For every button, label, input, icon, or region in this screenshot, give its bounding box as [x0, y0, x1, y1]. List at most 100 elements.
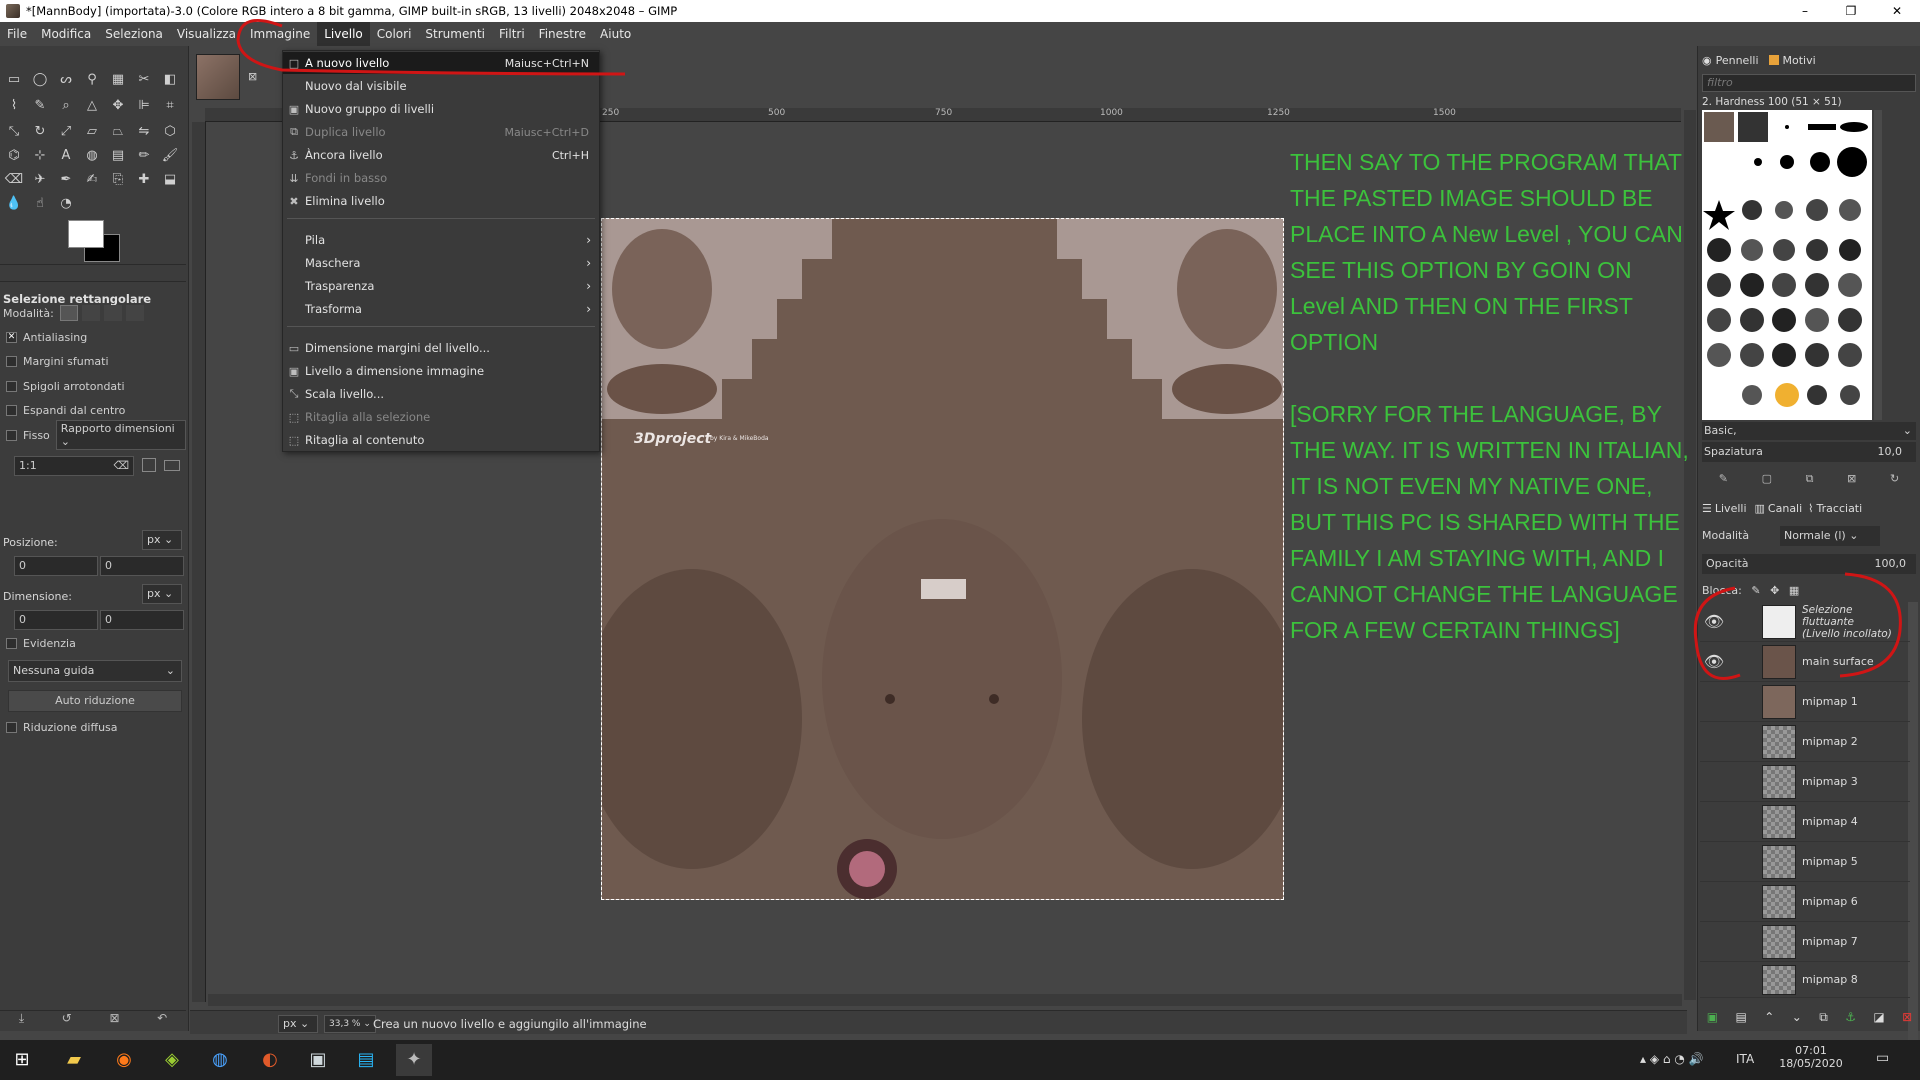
image-tab-close-icon[interactable]: ⊠	[248, 70, 257, 83]
refresh-brushes-icon[interactable]: ↻	[1890, 472, 1899, 490]
warp-tool-icon[interactable]: ⌬	[4, 146, 24, 166]
layer-row[interactable]: mipmap 7	[1700, 922, 1910, 962]
layer-row[interactable]: mipmap 8	[1700, 962, 1910, 998]
spacing-slider[interactable]: Spaziatura 10,0	[1702, 442, 1916, 462]
lasso-tool-icon[interactable]: ᔕ	[56, 70, 76, 90]
feather-checkbox[interactable]	[6, 355, 17, 367]
menu-visualizza[interactable]: Visualizza	[170, 22, 243, 46]
paintbrush-tool-icon[interactable]: 🖌	[160, 146, 180, 166]
mode-replace-button[interactable]	[59, 305, 78, 321]
auto-shrink-button[interactable]: Auto riduzione	[8, 690, 182, 712]
size-w-field[interactable]: 0	[14, 610, 98, 630]
app-icon[interactable]: ◈	[154, 1044, 190, 1076]
cage-tool-icon[interactable]: ⬡	[160, 122, 180, 142]
blur-tool-icon[interactable]: 💧	[4, 194, 24, 214]
foreground-select-tool-icon[interactable]: ◧	[160, 70, 180, 90]
menu-item-new-layer-group[interactable]: ▣ Nuovo gruppo di livelli	[283, 98, 599, 120]
visibility-eye-icon[interactable]: 👁	[1700, 652, 1728, 671]
app-icon[interactable]: ▣	[300, 1044, 336, 1076]
mode-add-button[interactable]	[81, 305, 100, 321]
restore-options-icon[interactable]: ↺	[62, 1011, 72, 1030]
perspective-tool-icon[interactable]: ⏢	[108, 122, 128, 142]
delete-options-icon[interactable]: ⊠	[109, 1011, 119, 1030]
scissors-tool-icon[interactable]: ✂	[134, 70, 154, 90]
lock-alpha-icon[interactable]: ▦	[1789, 584, 1799, 597]
layer-row[interactable]: mipmap 4	[1700, 802, 1910, 842]
layer-row[interactable]: mipmap 2	[1700, 722, 1910, 762]
zoom-select[interactable]: 33,3 % ⌄	[324, 1015, 376, 1033]
edit-brush-icon[interactable]: ✎	[1719, 472, 1728, 490]
brush-grid[interactable]	[1702, 110, 1872, 420]
menu-filtri[interactable]: Filtri	[492, 22, 532, 46]
opacity-slider[interactable]: Opacità 100,0	[1702, 554, 1916, 574]
windows-start-icon[interactable]: ⊞	[4, 1044, 40, 1076]
menu-item-stack[interactable]: Pila ›	[283, 229, 599, 251]
menu-item-transparency[interactable]: Trasparenza ›	[283, 275, 599, 297]
lower-layer-icon[interactable]: ⌄	[1792, 1010, 1802, 1030]
move-tool-icon[interactable]: ✥	[108, 96, 128, 116]
pencil-tool-icon[interactable]: ✏	[134, 146, 154, 166]
delete-brush-icon[interactable]: ⊠	[1847, 472, 1856, 490]
position-unit-select[interactable]: px ⌄	[142, 530, 182, 550]
layer-row[interactable]: mipmap 5	[1700, 842, 1910, 882]
delete-layer-icon[interactable]: ⊠	[1902, 1010, 1912, 1030]
highlight-checkbox[interactable]	[6, 637, 17, 649]
layer-mode-select[interactable]: Normale (l) ⌄	[1780, 526, 1880, 546]
menu-modifica[interactable]: Modifica	[34, 22, 98, 46]
handle-transform-tool-icon[interactable]: ⊹	[30, 146, 50, 166]
rotate-tool-icon[interactable]: ↻	[30, 122, 50, 142]
zoom-tool-icon[interactable]: ⌕	[56, 96, 76, 116]
image-canvas[interactable]: 3Dproject by Kira & MikeBoda	[601, 218, 1284, 900]
landscape-icon[interactable]	[164, 460, 180, 471]
app-icon[interactable]: ▤	[348, 1044, 384, 1076]
duplicate-brush-icon[interactable]: ⧉	[1806, 472, 1814, 490]
tab-paths[interactable]: Tracciati	[1817, 502, 1863, 515]
layer-row[interactable]: 👁 main surface	[1700, 642, 1910, 682]
foreground-color-swatch-front[interactable]	[68, 220, 104, 248]
tab-patterns[interactable]: Motivi	[1783, 54, 1816, 67]
crop-tool-icon[interactable]: ⌗	[160, 96, 180, 116]
tray-icons[interactable]: ▴ ◈ ⌂ ◔ 🔊	[1640, 1052, 1704, 1066]
horizontal-scrollbar[interactable]	[208, 994, 1682, 1006]
layer-row[interactable]: mipmap 6	[1700, 882, 1910, 922]
measure-tool-icon[interactable]: △	[82, 96, 102, 116]
menu-livello[interactable]: Livello	[317, 22, 370, 46]
fixed-mode-select[interactable]: Rapporto dimensioni ⌄	[55, 420, 186, 450]
mask-icon[interactable]: ◪	[1873, 1010, 1884, 1030]
align-tool-icon[interactable]: ⊫	[134, 96, 154, 116]
file-explorer-icon[interactable]: ▰	[56, 1044, 92, 1076]
maximize-button[interactable]: ❐	[1828, 0, 1874, 22]
dodge-burn-tool-icon[interactable]: ◔	[56, 194, 76, 214]
menu-colori[interactable]: Colori	[370, 22, 419, 46]
mode-subtract-button[interactable]	[103, 305, 122, 321]
expand-center-checkbox[interactable]	[6, 404, 17, 416]
position-x-field[interactable]: 0	[14, 556, 98, 576]
menu-item-layer-to-image-size[interactable]: ▣ Livello a dimensione immagine	[283, 360, 599, 382]
lock-pixels-icon[interactable]: ✎	[1751, 584, 1760, 597]
guides-select[interactable]: Nessuna guida ⌄	[8, 660, 182, 682]
size-h-field[interactable]: 0	[100, 610, 184, 630]
menu-seleziona[interactable]: Seleziona	[98, 22, 170, 46]
notifications-icon[interactable]: ▭	[1876, 1050, 1889, 1066]
save-options-icon[interactable]: ⤓	[19, 1011, 24, 1030]
language-indicator[interactable]: ITA	[1736, 1052, 1754, 1066]
eraser-tool-icon[interactable]: ⌫	[4, 170, 24, 190]
lock-position-icon[interactable]: ✥	[1770, 584, 1779, 597]
paths-tool-icon[interactable]: ⌇	[4, 96, 24, 116]
brush-preset-select[interactable]: Basic, ⌄	[1702, 422, 1916, 440]
tab-brushes[interactable]: Pennelli	[1716, 54, 1759, 67]
mode-intersect-button[interactable]	[125, 305, 144, 321]
menu-item-merge-down[interactable]: ⇊ Fondi in basso	[283, 167, 599, 189]
new-brush-icon[interactable]: ▢	[1762, 472, 1772, 490]
menu-immagine[interactable]: Immagine	[243, 22, 317, 46]
firefox-icon[interactable]: ◉	[106, 1044, 142, 1076]
anchor-layer-icon[interactable]: ⚓	[1845, 1010, 1856, 1030]
menu-item-crop-to-content[interactable]: ⬚ Ritaglia al contenuto	[283, 429, 599, 451]
brush-scrollbar[interactable]	[1874, 110, 1882, 420]
menu-item-anchor-layer[interactable]: ⚓ Àncora livello Ctrl+H	[283, 144, 599, 166]
reset-options-icon[interactable]: ↶	[157, 1011, 167, 1030]
size-unit-select[interactable]: px ⌄	[142, 584, 182, 604]
airbrush-tool-icon[interactable]: ✈	[30, 170, 50, 190]
app-icon[interactable]: ◐	[252, 1044, 288, 1076]
ellipse-select-tool-icon[interactable]: ◯	[30, 70, 50, 90]
